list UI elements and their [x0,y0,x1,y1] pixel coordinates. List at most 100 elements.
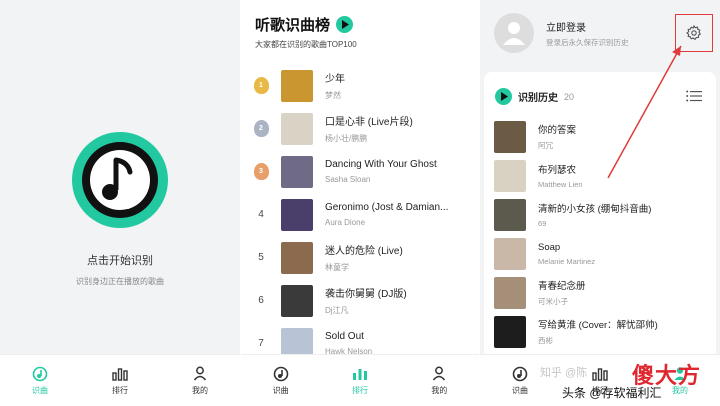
tab-label: 识曲 [32,385,48,395]
album-cover [494,120,526,153]
user-icon [191,366,209,382]
album-cover [494,276,526,309]
tab-chart[interactable]: 排行 [80,355,160,406]
list-item[interactable]: 青春纪念册 可米小子 [494,273,658,312]
tab-recognize[interactable]: 识曲 [241,355,320,406]
silver-medal-icon: 2 [253,120,269,137]
list-item[interactable]: 2 口是心非 (Live片段) 杨小壮/鹏鹏 [241,107,479,150]
avatar-icon [503,22,525,45]
tab-label: 我的 [192,385,208,395]
rank-number: 4 [258,209,264,220]
chart-icon [351,366,369,382]
tab-label: 排行 [112,385,128,395]
song-title: 布列瑟农 [538,165,577,176]
user-icon [430,366,448,382]
login-link[interactable]: 立即登录 [546,19,586,34]
music-note-icon [72,132,168,228]
user-card: 立即登录 登录后永久保存识别历史 [480,0,720,64]
song-title: 青春纪念册 [538,281,586,292]
song-title: 袭击你舅舅 (DJ版) [325,289,407,300]
song-title: 你的答案 [538,125,577,136]
album-cover [281,155,313,188]
album-cover [494,159,526,192]
history-list: 你的答案阿冗 布列瑟农 Matthew Lien 清新的小女孩 (绷甸抖音曲) 69… [494,117,658,351]
gear-icon [686,25,702,41]
song-artist: Matthew Lien [538,180,583,189]
settings-button[interactable] [675,14,713,52]
bronze-medal-icon: 3 [253,163,269,180]
song-artist: 林童学 [325,263,349,272]
song-title: Soap [538,241,561,253]
album-cover [494,237,526,270]
play-icon[interactable] [495,88,512,105]
page-title: 听歌识曲榜 [255,14,354,35]
song-artist: Melanie Martinez [538,256,596,266]
album-cover [281,284,313,317]
history-title: 识别历史 [518,93,558,104]
recognize-icon [272,366,290,382]
avatar[interactable] [494,13,534,53]
album-cover [494,315,526,348]
login-hint: 登录后永久保存识别历史 [546,38,629,47]
play-icon[interactable] [336,16,354,33]
recognize-hint: 识别身边正在播放的歌曲 [76,277,164,286]
ranking-screen: 听歌识曲榜 大家都在识别的歌曲TOP100 1 少年 梦然 2 口是心非 (Liv… [241,0,479,406]
song-artist: 可米小子 [538,297,568,306]
song-title: 口是心非 (Live片段) [325,117,413,128]
song-title: Geronimo (Jost & Damian... [325,202,449,213]
song-title: 清新的小女孩 (绷甸抖音曲) [538,204,652,215]
song-artist: Sasha Sloan [325,175,371,184]
tab-chart[interactable]: 排行 [320,355,399,406]
history-count: 20 [564,91,575,102]
rank-number: 5 [258,252,264,263]
ranking-title: 听歌识曲榜 [255,17,331,34]
recognize-icon [511,366,529,382]
list-item[interactable]: 5 迷人的危险 (Live) 林童学 [241,236,479,279]
song-title: 迷人的危险 (Live) [325,246,403,257]
tab-recognize[interactable]: 识曲 [0,355,80,406]
song-artist: 杨小壮/鹏鹏 [325,134,368,143]
album-cover [281,241,313,274]
history-card: 识别历史 20 你的答案阿冗 布列瑟农 Matthew Lien 清新的小女孩 (… [484,72,716,362]
song-artist: 阿冗 [538,141,553,150]
list-item[interactable]: 写给黄淮 (Cover：解忧邵帅) 西彬 [494,312,658,351]
watermark: 知乎 @陈 傻大方 头条 @存软福利汇 [540,356,720,406]
song-title: Sold Out [325,331,364,342]
tab-mine[interactable]: 我的 [160,355,240,406]
recognize-button[interactable] [70,130,170,230]
recognize-screen: 点击开始识别 识别身边正在播放的歌曲 识曲 排行 我的 [0,0,240,406]
album-cover [281,69,313,102]
rank-number: 7 [258,338,264,349]
list-item[interactable]: Soap Melanie Martinez [494,234,658,273]
history-header: 识别历史 20 [495,88,574,105]
ranking-list: 1 少年 梦然 2 口是心非 (Live片段) 杨小壮/鹏鹏 3 Dancing W… [241,64,479,365]
start-recognize-label[interactable]: 点击开始识别 [0,252,240,268]
list-item[interactable]: 1 少年 梦然 [241,64,479,107]
tab-mine[interactable]: 我的 [400,355,479,406]
tab-label: 识曲 [272,385,289,395]
tab-label: 排行 [351,385,368,395]
list-item[interactable]: 布列瑟农 Matthew Lien [494,156,658,195]
profile-screen: 立即登录 登录后永久保存识别历史 识别历史 20 你的答案 阿冗 布列瑟农 Ma… [480,0,720,406]
gold-medal-icon: 1 [253,77,269,94]
ranking-subtitle: 大家都在识别的歌曲TOP100 [255,40,357,49]
album-cover [494,198,526,231]
song-artist: Aura Dione [325,218,366,227]
list-item[interactable]: 3 Dancing With Your Ghost Sasha Sloan [241,150,479,193]
song-title: Dancing With Your Ghost [325,159,437,170]
album-cover [281,198,313,231]
song-artist: Dj江凡 [325,306,349,315]
list-item[interactable]: 清新的小女孩 (绷甸抖音曲) 69 [494,195,658,234]
watermark-faded: 知乎 @陈 [540,367,588,379]
tab-bar: 识曲 排行 我的 [241,354,479,406]
list-menu-icon[interactable] [686,89,702,107]
song-artist: 69 [538,219,547,228]
rank-number: 6 [258,295,264,306]
song-artist: 梦然 [325,91,341,100]
tab-label: 识曲 [512,385,528,395]
list-item[interactable]: 你的答案 阿冗 [494,117,658,156]
song-artist: 西彬 [538,336,553,345]
list-item[interactable]: 4 Geronimo (Jost & Damian... Aura Dione [241,193,479,236]
list-item[interactable]: 6 袭击你舅舅 (DJ版) Dj江凡 [241,279,479,322]
watermark-text: 头条 @存软福利汇 [562,386,662,400]
